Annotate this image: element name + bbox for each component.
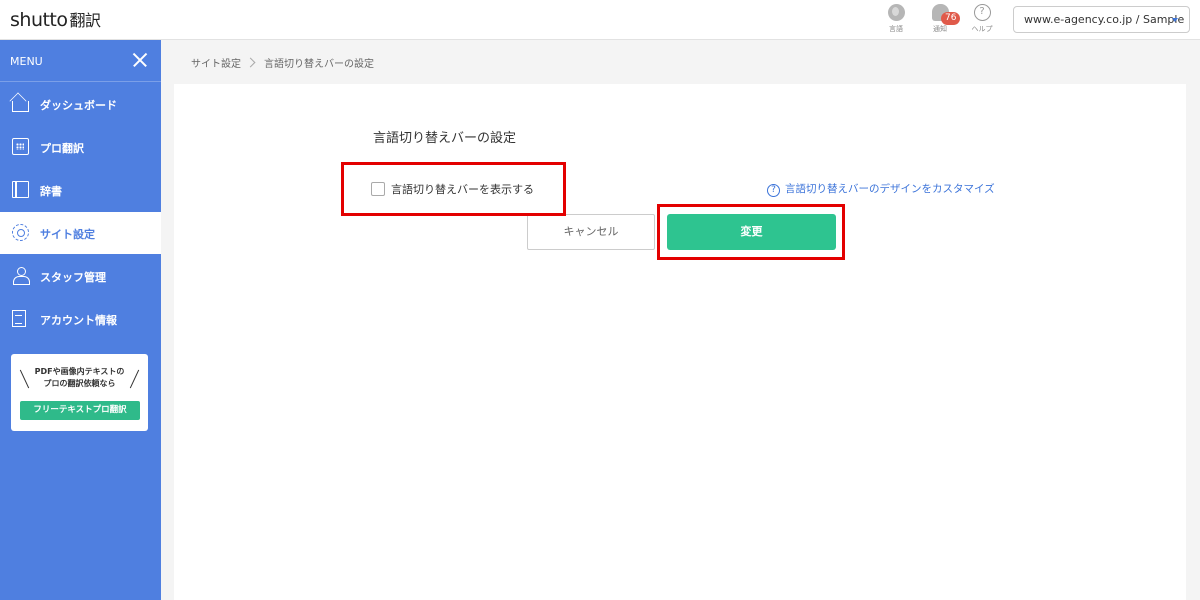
sidebar-item-staff[interactable]: スタッフ管理 [0, 255, 161, 297]
chevron-right-icon [245, 57, 256, 68]
breadcrumb-current: 言語切り替えバーの設定 [264, 59, 374, 70]
promo-text: PDFや画像内テキストの プロの翻訳依頼なら [11, 366, 148, 390]
help-icon: ? [973, 4, 991, 21]
sidebar: MENU ダッシュボード プロ翻訳 辞書 サイト設定 スタッフ管理 アカウント情… [0, 40, 161, 600]
notification-badge: 76 [941, 12, 961, 25]
highlight-box-change-button [657, 204, 845, 260]
help-label: ヘルプ [971, 25, 993, 33]
sidebar-item-label: ダッシュボード [40, 99, 117, 112]
highlight-box-checkbox [341, 162, 566, 216]
promo-line2: プロの翻訳依頼なら [43, 379, 116, 388]
help-button[interactable]: ? ヘルプ [964, 4, 1000, 38]
sidebar-item-label: 辞書 [40, 185, 62, 198]
site-selector-value: www.e-agency.co.jp / Sample [1024, 13, 1185, 26]
top-header: shutto 翻訳 言語 76 通知 ? ヘルプ www.e-agency.co.… [0, 0, 1200, 40]
book-icon [12, 181, 29, 198]
section-title: 言語切り替えバーの設定 [373, 131, 517, 146]
logo-text: shutto [10, 9, 68, 31]
promo-banner[interactable]: PDFや画像内テキストの プロの翻訳依頼なら フリーテキストプロ翻訳 [11, 354, 148, 431]
customize-link-text[interactable]: 言語切り替えバーのデザインをカスタマイズ [785, 183, 995, 195]
sidebar-item-dictionary[interactable]: 辞書 [0, 169, 161, 211]
menu-header: MENU [0, 40, 161, 82]
logo[interactable]: shutto 翻訳 [10, 7, 101, 31]
promo-button[interactable]: フリーテキストプロ翻訳 [20, 401, 140, 420]
home-icon [12, 101, 29, 112]
calendar-icon [12, 138, 29, 155]
notification-label: 通知 [933, 25, 947, 33]
sidebar-item-site-settings[interactable]: サイト設定 [0, 212, 161, 254]
menu-label: MENU [10, 55, 43, 68]
cancel-button[interactable]: キャンセル [527, 214, 655, 250]
question-icon: ? [767, 184, 780, 197]
logo-jp-text: 翻訳 [69, 11, 102, 30]
sidebar-item-pro-translation[interactable]: プロ翻訳 [0, 126, 161, 168]
gear-icon [12, 224, 29, 241]
content-panel [174, 84, 1186, 600]
customize-design-link[interactable]: ? 言語切り替えバーのデザインをカスタマイズ [767, 181, 995, 197]
language-button[interactable]: 言語 [878, 4, 914, 38]
staff-icon [12, 267, 30, 285]
document-icon [12, 310, 26, 327]
site-selector[interactable]: www.e-agency.co.jp / Sample [1013, 6, 1190, 33]
notification-button[interactable]: 76 通知 [922, 4, 961, 38]
breadcrumb-parent[interactable]: サイト設定 [191, 59, 241, 70]
sidebar-item-account[interactable]: アカウント情報 [0, 298, 161, 340]
breadcrumb: サイト設定 言語切り替えバーの設定 [191, 55, 374, 70]
close-icon[interactable] [131, 51, 149, 69]
sidebar-item-label: サイト設定 [40, 228, 95, 241]
sidebar-item-label: スタッフ管理 [40, 271, 106, 284]
language-label: 言語 [889, 25, 903, 33]
promo-line1: PDFや画像内テキストの [34, 367, 125, 376]
sidebar-item-label: アカウント情報 [40, 314, 117, 327]
caret-down-icon [1172, 18, 1178, 22]
globe-icon [887, 4, 905, 21]
sidebar-item-label: プロ翻訳 [40, 142, 84, 155]
sidebar-item-dashboard[interactable]: ダッシュボード [0, 83, 161, 125]
